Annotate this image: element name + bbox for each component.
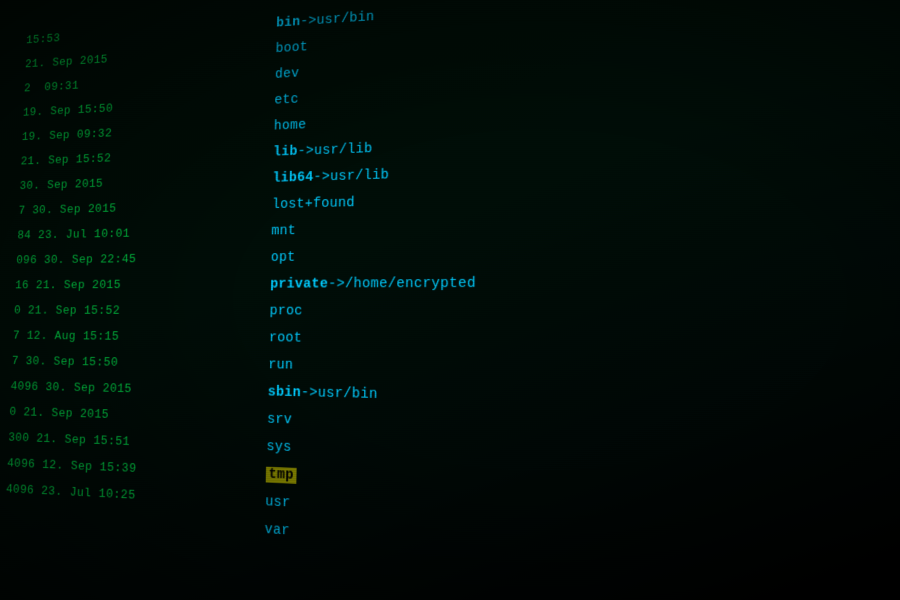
file-names-column: bin -> usr/bin boot dev etc home lib	[255, 0, 900, 600]
meta-line-12: 7 12. Aug 15:15	[12, 323, 260, 351]
meta-line-8: 84 23. Jul 10:01	[17, 219, 263, 249]
terminal-content: 15:53 21. Sep 2015 2 09:31 19. Sep 15:50…	[0, 0, 900, 600]
dir-private: private -> /home/encrypted	[270, 266, 900, 298]
terminal-screen: 15:53 21. Sep 2015 2 09:31 19. Sep 15:50…	[0, 0, 900, 600]
meta-line-11: 0 21. Sep 15:52	[14, 298, 261, 325]
meta-line-9: 096 30. Sep 22:45	[16, 245, 262, 273]
ls-output: 15:53 21. Sep 2015 2 09:31 19. Sep 15:50…	[0, 0, 900, 600]
file-metadata-column: 15:53 21. Sep 2015 2 09:31 19. Sep 15:50…	[0, 3, 268, 554]
meta-line-10: 16 21. Sep 2015	[15, 271, 262, 298]
